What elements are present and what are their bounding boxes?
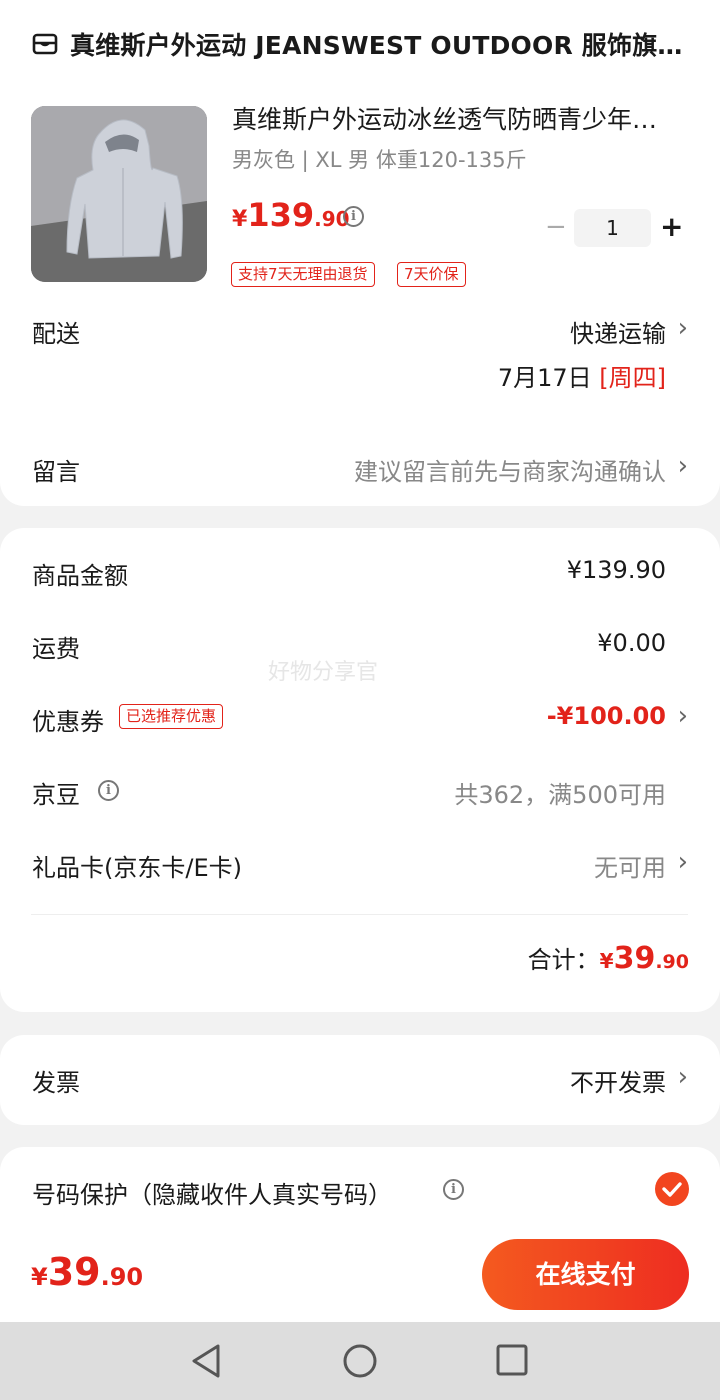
footer-symbol: ¥ <box>31 1263 48 1291</box>
message-chevron-icon[interactable]: › <box>678 451 688 481</box>
home-icon[interactable] <box>342 1343 378 1379</box>
pay-online-button[interactable]: 在线支付 <box>482 1239 689 1310</box>
quantity-increase-button[interactable]: + <box>660 210 683 243</box>
return-policy-tag: 支持7天无理由退货 <box>231 262 375 287</box>
jingdou-label: 京豆 <box>32 781 80 809</box>
giftcard-chevron-icon[interactable]: › <box>678 847 688 877</box>
delivery-chevron-icon[interactable]: › <box>678 313 688 343</box>
coupon-tag: 已选推荐优惠 <box>119 704 224 729</box>
message-input[interactable]: 建议留言前先与商家沟通确认 <box>354 452 666 487</box>
price-info-icon[interactable]: i <box>343 206 364 227</box>
privacy-checkbox[interactable] <box>655 1172 689 1206</box>
coupon-label: 优惠券 <box>32 708 104 736</box>
giftcard-label: 礼品卡(京东卡/E卡) <box>32 854 242 882</box>
store-header[interactable]: 真维斯户外运动 JEANSWEST OUTDOOR 服饰旗… <box>32 24 683 64</box>
jingdou-info-icon[interactable]: i <box>98 780 119 801</box>
delivery-weekday: [周四] <box>599 364 666 392</box>
footer-total: ¥ 39 .90 <box>31 1250 143 1294</box>
jingdou-value: 共362，满500可用 <box>454 781 666 809</box>
jacket-illustration <box>31 106 207 282</box>
delivery-date-row[interactable]: 7月17日 [周四] <box>498 358 666 393</box>
total-label: 合计： <box>527 946 600 974</box>
invoice-chevron-icon[interactable]: › <box>678 1062 688 1092</box>
invoice-label: 发票 <box>32 1069 80 1097</box>
store-name: 真维斯户外运动 JEANSWEST OUTDOOR 服饰旗… <box>70 31 683 60</box>
message-label: 留言 <box>32 458 80 486</box>
recents-icon[interactable] <box>496 1344 528 1376</box>
privacy-label: 号码保护（隐藏收件人真实号码） <box>32 1181 392 1209</box>
footer-decimal: .90 <box>100 1263 144 1291</box>
giftcard-value[interactable]: 无可用 <box>594 848 666 883</box>
coupon-value[interactable]: -¥100.00 <box>547 702 666 730</box>
price-protection-tag: 7天价保 <box>397 262 466 287</box>
quantity-input[interactable]: 1 <box>574 209 651 247</box>
price-symbol: ¥ <box>232 207 248 232</box>
back-icon[interactable] <box>188 1342 224 1380</box>
total-integer: 39 <box>613 941 656 976</box>
total-decimal: .90 <box>655 951 689 973</box>
shipping-label: 运费 <box>32 635 80 663</box>
price-integer: 139 <box>247 196 315 234</box>
coupon-chevron-icon[interactable]: › <box>678 701 688 731</box>
delivery-method[interactable]: 快递运输 <box>570 314 666 349</box>
privacy-info-icon[interactable]: i <box>443 1179 464 1200</box>
goods-amount-value: ¥139.90 <box>566 556 666 584</box>
goods-amount-label: 商品金额 <box>32 562 128 590</box>
invoice-value[interactable]: 不开发票 <box>570 1063 666 1098</box>
quantity-decrease-button[interactable]: − <box>545 212 567 242</box>
footer-integer: 39 <box>47 1250 101 1294</box>
checkmark-icon <box>662 1182 682 1197</box>
delivery-label: 配送 <box>32 320 80 348</box>
total-symbol: ¥ <box>599 949 614 973</box>
shipping-value: ¥0.00 <box>597 629 666 657</box>
product-title[interactable]: 真维斯户外运动冰丝透气防晒青少年… <box>232 100 657 136</box>
watermark-text: 好物分享官 <box>268 660 379 685</box>
system-nav-bar <box>0 1322 720 1400</box>
delivery-date: 7月17日 <box>497 364 592 392</box>
product-spec[interactable]: 男灰色 | XL 男 体重120-135斤 <box>232 144 527 174</box>
summary-divider <box>31 914 688 915</box>
product-image[interactable] <box>31 106 207 282</box>
product-price: ¥ 139 .90 <box>232 196 350 234</box>
store-icon <box>32 33 58 55</box>
total-row: 合计： ¥ 39 .90 <box>528 940 689 976</box>
